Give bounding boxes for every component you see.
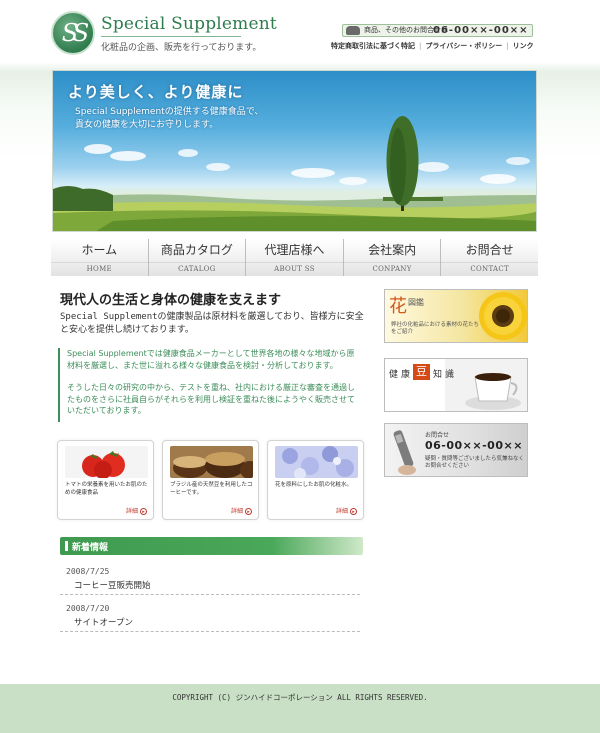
news-date: 2008/7/25 <box>66 567 110 576</box>
main-navigation: ホーム HOME 商品カタログ CATALOG 代理店様へ ABOUT SS 会… <box>51 239 538 276</box>
phone-handset-icon <box>393 430 416 475</box>
utility-links: 特定商取引法に基づく特記 | プライバシー・ポリシー | リンク <box>331 41 534 51</box>
phone-icon <box>346 26 360 35</box>
news-title: コーヒー豆販売開始 <box>74 581 151 591</box>
nav-divider <box>441 262 538 263</box>
news-marker-icon <box>65 541 68 551</box>
flower-image <box>275 446 358 478</box>
product-card-coffee[interactable]: ブラジル産の天然豆を利用したコーヒーです。 詳細 ▸ <box>162 440 259 520</box>
nav-label: ホーム <box>81 243 118 257</box>
nav-agents[interactable]: 代理店様へ ABOUT SS <box>246 239 344 276</box>
bean-word-char: 識 <box>445 370 455 380</box>
bean-word-char: 知 <box>433 370 443 380</box>
link-links[interactable]: リンク <box>513 42 534 50</box>
nav-label: 代理店様へ <box>264 243 325 257</box>
intro-text: Special Supplementの健康製品は原材料を厳選しており、皆様方に安… <box>60 312 364 335</box>
hero-text-line: 貴女の健康を大切にお守りします。 <box>75 120 219 130</box>
bean-knowledge-banner[interactable]: 健 康 豆 知 識 <box>384 358 528 412</box>
flower-kanji: 花 <box>389 296 407 317</box>
details-label: 詳細 <box>335 508 348 515</box>
nav-catalog[interactable]: 商品カタログ CATALOG <box>148 239 247 276</box>
page-heading: 現代人の生活と身体の健康を支えます <box>60 293 282 308</box>
link-privacy-policy[interactable]: プライバシー・ポリシー <box>425 42 502 50</box>
details-label: 詳細 <box>125 508 138 515</box>
bean-kanji-badge: 豆 <box>413 364 430 380</box>
arrow-right-icon: ▸ <box>245 508 252 515</box>
link-separator: | <box>506 42 509 50</box>
logo-divider <box>101 36 241 37</box>
copyright-text: COPYRIGHT (C) ジンハイドコーポレーション ALL RIGHTS R… <box>172 693 428 702</box>
nav-sublabel: CONTACT <box>470 265 510 273</box>
nav-divider <box>246 262 343 263</box>
bean-word-char: 康 <box>401 370 411 380</box>
link-separator: | <box>419 42 422 50</box>
tomato-image <box>65 446 148 478</box>
nav-label: 商品カタログ <box>160 243 233 257</box>
hero-description: Special Supplementの提供する健康食品で、 貴女の健康を大切にお… <box>75 106 305 132</box>
coffee-beans-image <box>170 446 253 478</box>
product-description: トマトの栄養素を用いたお肌のための健康食品 <box>65 482 148 496</box>
phone-contact-box: 商品、その他のお問合せは 06-00××-00×× <box>342 24 533 37</box>
nav-divider <box>343 262 441 263</box>
news-header: 新着情報 <box>60 537 363 555</box>
product-description: 花を原料にしたお肌の化粧水。 <box>275 482 353 488</box>
nav-contact[interactable]: お問合せ CONTACT <box>441 239 538 276</box>
bean-word-char: 健 <box>389 370 399 380</box>
nav-home[interactable]: ホーム HOME <box>51 239 149 276</box>
statement-paragraph: Special Supplementでは健康食品メーカーとして世界各地の様々な地… <box>67 349 355 370</box>
site-tagline: 化粧品の企画、販売を行っております。 <box>101 43 262 53</box>
nav-sublabel: CONPANY <box>372 265 412 273</box>
product-description: ブラジル産の天然豆を利用したコーヒーです。 <box>170 482 253 496</box>
contact-label: お問合せ <box>425 432 450 439</box>
phone-number: 06-00××-00×× <box>433 25 529 36</box>
news-item[interactable]: 2008/7/25 コーヒー豆販売開始 <box>60 565 360 595</box>
company-statement: Special Supplementでは健康食品メーカーとして世界各地の様々な地… <box>58 348 360 422</box>
product-cards: トマトの栄養素を用いたお肌のための健康食品 詳細 ▸ ブラジル産の天然豆を利用した… <box>57 440 365 520</box>
nav-divider <box>51 262 148 263</box>
contact-number: 06-00××-00×× <box>425 439 523 452</box>
logo-mark-text: SS <box>61 19 89 47</box>
nav-company[interactable]: 会社案内 CONPANY <box>343 239 442 276</box>
nav-sublabel: CATALOG <box>178 265 216 273</box>
arrow-right-icon: ▸ <box>140 508 147 515</box>
site-title[interactable]: Special Supplement <box>101 14 277 34</box>
nav-sublabel: HOME <box>86 265 112 273</box>
news-date: 2008/7/20 <box>66 604 110 613</box>
site-footer: COPYRIGHT (C) ジンハイドコーポレーション ALL RIGHTS R… <box>0 684 600 733</box>
link-legal-notice[interactable]: 特定商取引法に基づく特記 <box>331 42 415 50</box>
details-link[interactable]: 詳細 ▸ <box>231 506 252 515</box>
logo-icon[interactable]: SS <box>51 11 95 55</box>
hero-text-line: Special Supplementの提供する健康食品で、 <box>75 107 264 117</box>
contact-description: 疑問・質問等ございましたら気兼ねなくお問合せください <box>425 456 525 469</box>
product-card-tomato[interactable]: トマトの栄養素を用いたお肌のための健康食品 詳細 ▸ <box>57 440 154 520</box>
statement-paragraph: そうした日々の研究の中から、テストを重ね、社内における厳正な審査を通過したものを… <box>67 383 355 415</box>
arrow-right-icon: ▸ <box>350 508 357 515</box>
details-link[interactable]: 詳細 ▸ <box>336 506 357 515</box>
news-heading: 新着情報 <box>72 543 109 553</box>
flower-description: 弊社の化粧品における素材の花たちをご紹介 <box>391 322 480 335</box>
nav-sublabel: ABOUT SS <box>274 265 315 273</box>
nav-label: お問合せ <box>465 243 514 257</box>
nav-divider <box>148 262 246 263</box>
details-label: 詳細 <box>230 508 243 515</box>
nav-label: 会社案内 <box>368 243 417 257</box>
news-item[interactable]: 2008/7/20 サイトオープン <box>60 602 360 632</box>
contact-banner[interactable]: お問合せ 06-00××-00×× 疑問・質問等ございましたら気兼ねなくお問合せ… <box>384 423 528 477</box>
details-link[interactable]: 詳細 ▸ <box>126 506 147 515</box>
product-card-flower[interactable]: 花を原料にしたお肌の化粧水。 詳細 ▸ <box>267 440 364 520</box>
hero-banner: より美しく、より健康に Special Supplementの提供する健康食品で… <box>52 70 537 232</box>
site-header: SS Special Supplement 化粧品の企画、販売を行っております。… <box>0 0 600 62</box>
flower-guide-banner[interactable]: 花 図鑑 弊社の化粧品における素材の花たちをご紹介 <box>384 289 528 343</box>
news-title: サイトオープン <box>74 618 133 628</box>
flower-label: 図鑑 <box>408 298 424 307</box>
hero-title: より美しく、より健康に <box>68 83 244 101</box>
